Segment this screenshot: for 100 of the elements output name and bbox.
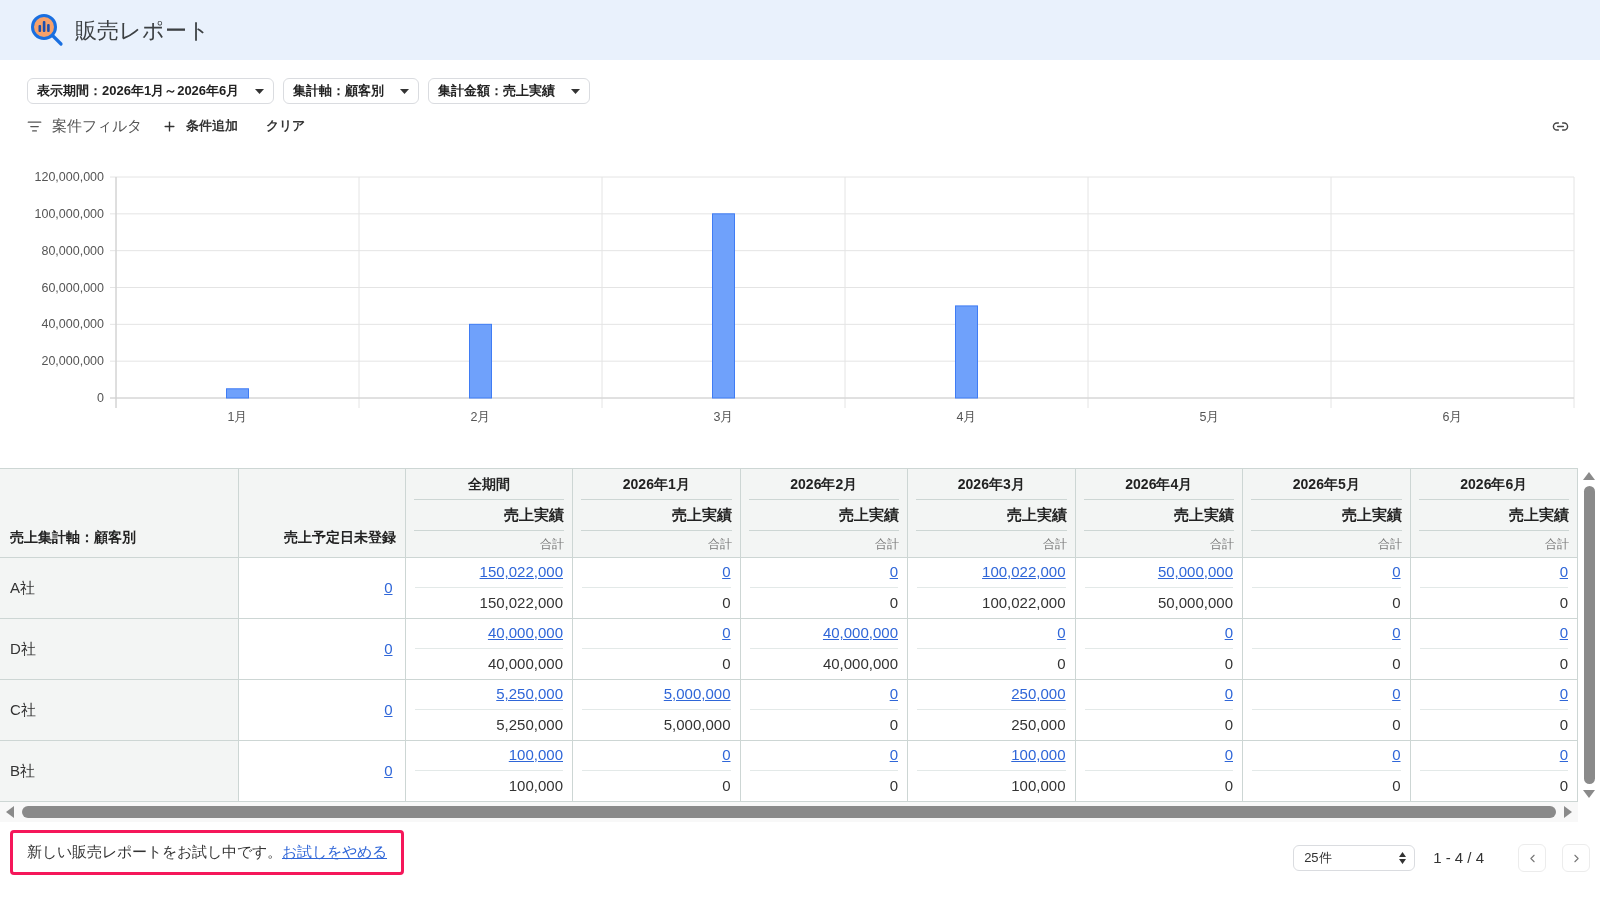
amount-link[interactable]: 0 [1224,683,1233,706]
measure-heading: 売上実績 [1509,504,1569,525]
amount-value: 50,000,000 [1157,592,1233,613]
amount-value: 40,000,000 [487,653,563,674]
amount-link[interactable]: 0 [1559,683,1568,706]
amount-link[interactable]: 150,022,000 [479,561,563,584]
page-size-select[interactable]: 25件 [1293,845,1416,871]
amount-link[interactable]: 0 [889,561,898,584]
amount-link[interactable]: 0 [722,622,731,645]
amount-link[interactable]: 40,000,000 [822,622,898,645]
aggregate-label: 合計 [1210,535,1234,553]
amount-value: 0 [1392,653,1401,674]
amount-link[interactable]: 0 [384,579,393,596]
period-heading: 2026年5月 [1292,474,1360,494]
amount-value: 250,000 [1011,714,1066,735]
amount-value: 0 [722,653,731,674]
amount-link[interactable]: 0 [722,561,731,584]
aggregate-label: 合計 [707,535,732,553]
chart-bar [226,388,249,399]
filter-icon [27,118,42,134]
scroll-left-arrow-icon[interactable] [6,806,14,818]
amount-link[interactable]: 250,000 [1011,683,1066,706]
period-heading: 2026年2月 [790,474,858,494]
amount-value: 100,000 [1011,775,1066,796]
add-condition-button[interactable]: 条件追加 [162,116,238,136]
measure-heading: 売上実績 [1341,504,1402,525]
x-axis-label: 4月 [956,410,977,424]
column-heading: 売上予定日未登録 [238,468,405,558]
amount-link[interactable]: 0 [1392,744,1401,767]
amount-link[interactable]: 0 [1224,744,1233,767]
scroll-right-arrow-icon[interactable] [1564,806,1572,818]
y-axis-label: 100,000,000 [34,206,104,221]
amount-value: 100,000 [508,775,563,796]
row-heading: D社 [0,618,238,680]
amount-link[interactable]: 0 [1392,561,1401,584]
stop-trial-link[interactable]: お試しをやめる [282,841,387,864]
period-heading: 2026年4月 [1125,474,1193,494]
amount-link[interactable]: 0 [1559,744,1568,767]
amount-link[interactable]: 40,000,000 [487,622,563,645]
amount-link[interactable]: 50,000,000 [1157,561,1233,584]
scroll-down-arrow-icon[interactable] [1583,790,1595,798]
row-heading: B社 [0,740,238,802]
amount-link[interactable]: 0 [1559,561,1568,584]
amount-link[interactable]: 0 [722,744,731,767]
caret-icon [400,88,410,94]
measure-heading: 売上実績 [1174,504,1234,525]
filter-dropdown[interactable]: 集計金額：売上実績 [428,78,591,104]
amount-value: 0 [1392,592,1401,613]
measure-heading: 売上実績 [839,504,899,525]
amount-value: 0 [1392,714,1401,735]
scroll-up-arrow-icon[interactable] [1583,472,1595,480]
amount-link[interactable]: 0 [384,762,393,779]
filter-label: 案件フィルタ [52,115,142,136]
x-axis-label: 3月 [713,410,734,424]
aggregate-label: 合計 [540,535,564,553]
trial-notice: 新しい販売レポートをお試し中です。お試しをやめる [10,830,404,875]
amount-link[interactable]: 0 [1392,683,1401,706]
aggregate-label: 合計 [1545,535,1569,553]
amount-link[interactable]: 0 [384,701,393,718]
horizontal-scrollbar[interactable] [0,802,1578,822]
amount-link[interactable]: 0 [889,683,898,706]
amount-value: 5,000,000 [663,714,731,735]
amount-value: 0 [1224,653,1233,674]
column-heading: 売上集計軸：顧客別 [0,468,238,558]
plus-icon [162,118,177,134]
x-axis-label: 1月 [227,410,248,424]
amount-value: 0 [1559,592,1568,613]
period-heading: 2026年1月 [622,474,690,494]
x-axis-label: 6月 [1442,410,1463,424]
filter-dropdown[interactable]: 表示期間：2026年1月～2026年6月 [27,78,275,104]
amount-value: 0 [889,775,898,796]
amount-value: 0 [1559,775,1568,796]
chart-search-icon [30,13,64,47]
aggregate-label: 合計 [1377,535,1402,553]
y-axis-label: 120,000,000 [34,170,104,184]
measure-heading: 売上実績 [1006,504,1067,525]
clear-button[interactable]: クリア [266,116,305,136]
amount-link[interactable]: 0 [384,640,393,657]
amount-link[interactable]: 0 [1559,622,1568,645]
amount-link[interactable]: 0 [1392,622,1401,645]
page-title: 販売レポート [75,16,210,45]
filter-dropdown[interactable]: 集計軸：顧客別 [283,78,420,104]
measure-heading: 売上実績 [504,504,564,525]
amount-link[interactable]: 0 [1057,622,1066,645]
x-axis-label: 5月 [1199,410,1220,424]
y-axis-label: 40,000,000 [41,317,104,332]
amount-link[interactable]: 5,000,000 [663,683,731,706]
up-down-icon [1399,852,1407,864]
amount-value: 0 [1224,775,1233,796]
measure-heading: 売上実績 [671,504,732,525]
amount-link[interactable]: 5,250,000 [496,683,563,706]
amount-value: 0 [722,592,731,613]
amount-link[interactable]: 0 [1224,622,1233,645]
amount-link[interactable]: 100,000 [1011,744,1066,767]
amount-value: 0 [889,714,898,735]
amount-link[interactable]: 100,022,000 [982,561,1066,584]
amount-link[interactable]: 0 [889,744,898,767]
amount-value: 0 [1057,653,1066,674]
period-heading: 全期間 [467,474,510,494]
amount-link[interactable]: 100,000 [508,744,563,767]
